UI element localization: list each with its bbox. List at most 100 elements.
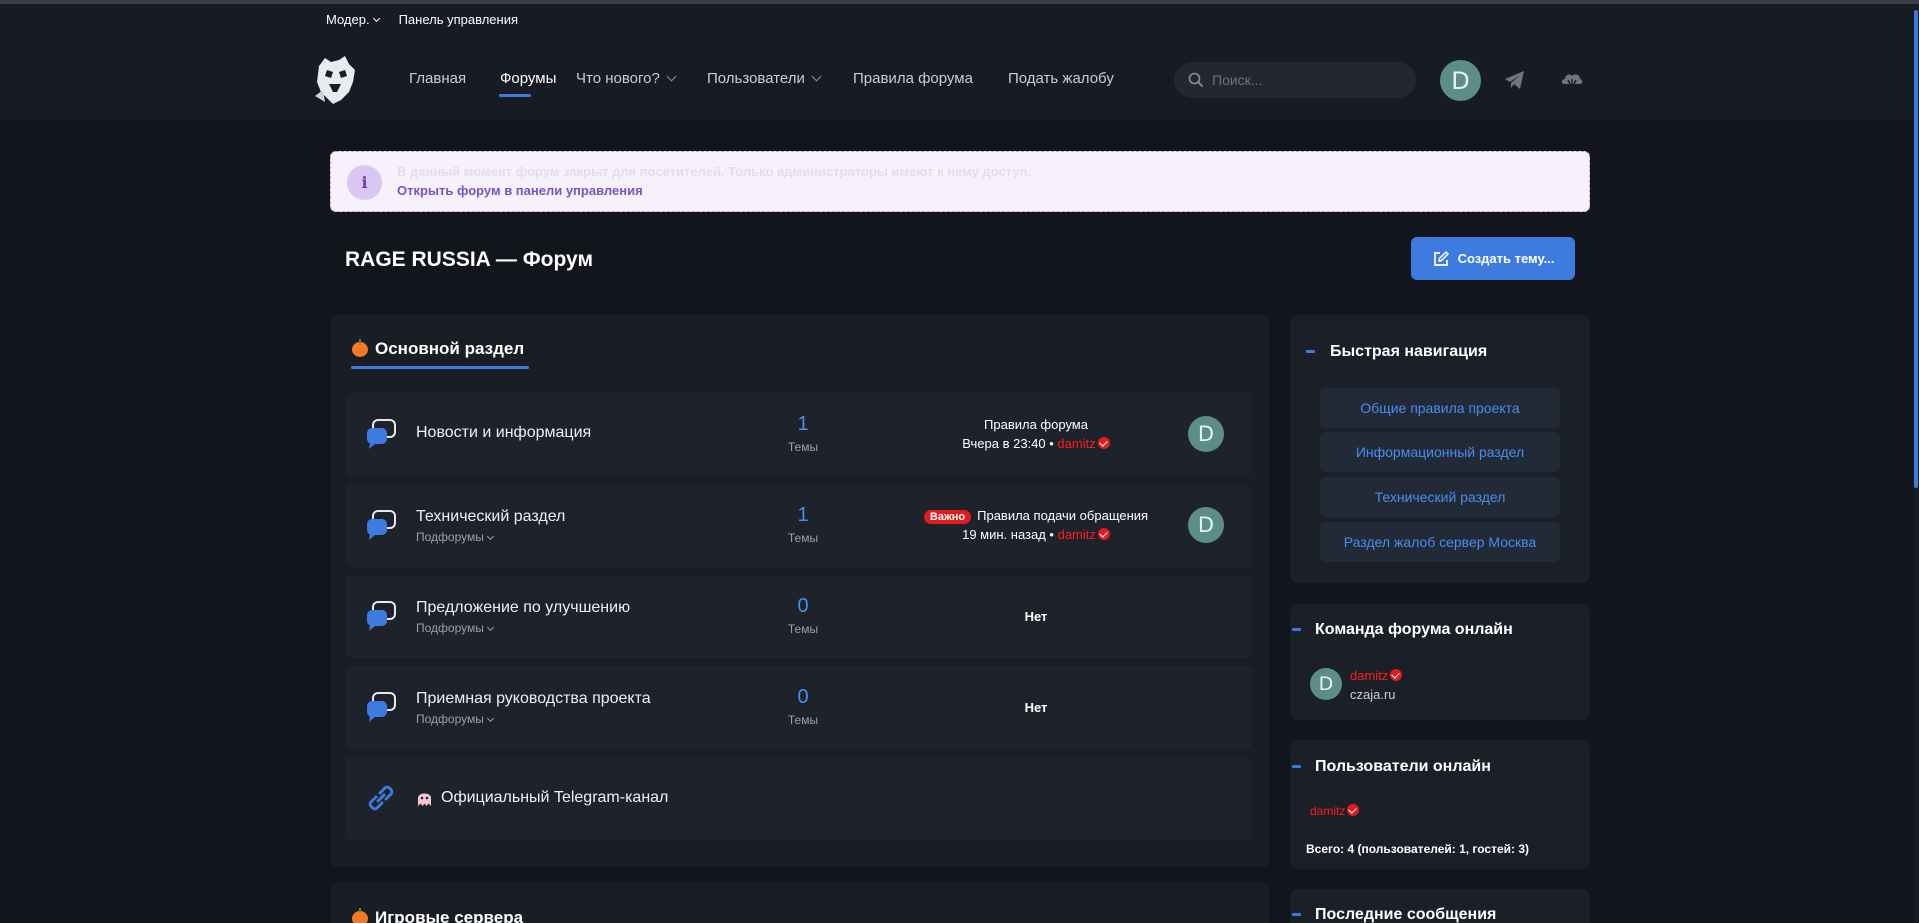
link-icon	[368, 785, 394, 811]
moderation-menu[interactable]: Модер.	[326, 12, 380, 27]
avatar[interactable]: D	[1188, 416, 1224, 452]
quick-link-complaints-moscow[interactable]: Раздел жалоб сервер Москва	[1320, 522, 1560, 562]
verified-icon	[1097, 528, 1110, 540]
search-icon	[1188, 72, 1204, 88]
subforums-toggle[interactable]: Подфорумы	[416, 621, 494, 635]
scrollbar-thumb[interactable]	[1914, 10, 1918, 488]
pumpkin-icon	[352, 338, 368, 357]
last-post-title-line: Важно Правила подачи обращения	[886, 508, 1186, 524]
user-avatar[interactable]: D	[1440, 60, 1481, 101]
search-box[interactable]	[1174, 62, 1416, 98]
site-header	[0, 4, 1919, 120]
open-forum-link[interactable]: Открыть форум в панели управления	[397, 183, 643, 198]
verified-icon	[1097, 437, 1110, 449]
create-thread-label: Создать тему...	[1457, 251, 1555, 266]
subforums-toggle[interactable]: Подфорумы	[416, 530, 494, 544]
subforums-label: Подфорумы	[416, 530, 484, 544]
quick-nav-panel: Быстрая навигация Общие правила проекта …	[1290, 315, 1590, 583]
search-input[interactable]	[1212, 72, 1392, 88]
last-post-meta: Вчера в 23:40 • damitz	[886, 436, 1186, 451]
staff-site: czaja.ru	[1350, 687, 1396, 702]
staff-user[interactable]: damitz	[1350, 668, 1403, 683]
quick-link-general-rules[interactable]: Общие правила проекта	[1320, 388, 1560, 428]
edit-icon	[1433, 250, 1449, 266]
forum-link-row[interactable]: Официальный Telegram-канал	[346, 757, 1252, 840]
staff-online-title: Команда форума онлайн	[1315, 621, 1513, 638]
avatar[interactable]: D	[1188, 507, 1224, 543]
telegram-icon[interactable]	[1503, 68, 1527, 92]
nav-forums[interactable]: Форумы	[500, 70, 556, 87]
quick-link-info-section[interactable]: Информационный раздел	[1320, 432, 1560, 472]
forum-title: Официальный Telegram-канал	[441, 789, 669, 806]
online-user[interactable]: damitz	[1310, 804, 1360, 818]
game-servers-panel: Игровые сервера	[330, 882, 1270, 923]
pumpkin-icon	[352, 907, 368, 923]
forum-row[interactable]: Новости и информация 1 Темы Правила фору…	[346, 393, 1252, 476]
thread-count: 1	[797, 504, 809, 526]
page-title: RAGE RUSSIA — Форум	[345, 248, 593, 271]
last-post-meta: 19 мин. назад • damitz	[886, 527, 1186, 542]
title-accent	[1306, 350, 1315, 353]
thread-count: 0	[797, 686, 809, 708]
thread-count-label: Темы	[787, 531, 819, 545]
thread-count-label: Темы	[787, 713, 819, 727]
telegram-channel-link[interactable]: Официальный Telegram-канал	[416, 789, 668, 807]
forum-chat-icon	[367, 601, 396, 631]
thread-count-label: Темы	[787, 622, 819, 636]
nav-users-label: Пользователи	[707, 70, 805, 87]
admin-panel-link[interactable]: Панель управления	[399, 12, 518, 27]
forum-title[interactable]: Предложение по улучшению	[416, 599, 630, 617]
subforums-toggle[interactable]: Подфорумы	[416, 712, 494, 726]
nav-forum-rules[interactable]: Правила форума	[853, 70, 973, 87]
cloud-icon[interactable]	[1560, 68, 1584, 92]
online-total: Всего: 4 (пользователей: 1, гостей: 3)	[1306, 842, 1530, 856]
title-accent	[1292, 628, 1301, 631]
chevron-down-icon	[372, 14, 380, 23]
bear-logo-icon[interactable]	[311, 52, 359, 106]
last-post-user[interactable]: damitz	[1057, 436, 1095, 451]
chevron-down-icon	[486, 714, 494, 723]
last-post-user[interactable]: damitz	[1058, 527, 1096, 542]
forum-chat-icon	[367, 419, 396, 449]
staff-username: damitz	[1350, 668, 1389, 683]
section-tab-indicator	[351, 366, 529, 369]
section-tab-main[interactable]: Основной раздел	[352, 338, 525, 359]
last-post-time: 19 мин. назад	[962, 527, 1046, 542]
online-username: damitz	[1310, 804, 1346, 818]
chevron-down-icon	[811, 71, 822, 82]
forum-closed-notice: i В данный момент форум закрыт для посет…	[330, 151, 1590, 212]
users-online-panel: Пользователи онлайн damitz Всего: 4 (пол…	[1290, 740, 1590, 869]
ghost-icon	[418, 793, 431, 806]
section-title: Игровые сервера	[375, 908, 524, 923]
forum-title[interactable]: Технический раздел	[416, 508, 565, 526]
section-title: Основной раздел	[375, 339, 525, 358]
no-last-post: Нет	[1024, 609, 1048, 624]
nav-submit-complaint[interactable]: Подать жалобу	[1008, 70, 1114, 87]
chevron-down-icon	[486, 623, 494, 632]
last-post-time: Вчера в 23:40	[962, 436, 1046, 451]
title-accent	[1292, 765, 1301, 768]
forum-row[interactable]: Предложение по улучшению Подфорумы 0 Тем…	[346, 575, 1252, 658]
thread-count-label: Темы	[787, 440, 819, 454]
forum-row[interactable]: Технический раздел Подфорумы 1 Темы Важн…	[346, 484, 1252, 567]
forum-row[interactable]: Приемная руководства проекта Подфорумы 0…	[346, 666, 1252, 749]
utility-bar: Модер. Панель управления	[326, 12, 518, 27]
nav-whats-new[interactable]: Что нового?	[576, 70, 677, 87]
avatar[interactable]: D	[1310, 668, 1342, 700]
forum-title[interactable]: Приемная руководства проекта	[416, 690, 651, 708]
last-post-title[interactable]: Правила форума	[886, 417, 1186, 432]
chevron-down-icon	[666, 71, 677, 82]
forum-title[interactable]: Новости и информация	[416, 424, 591, 442]
moderation-label: Модер.	[326, 12, 370, 27]
important-badge: Важно	[923, 510, 972, 524]
last-post-title[interactable]: Правила подачи обращения	[977, 508, 1148, 523]
section-tab-servers[interactable]: Игровые сервера	[352, 907, 524, 923]
create-thread-button[interactable]: Создать тему...	[1411, 237, 1575, 280]
nav-users[interactable]: Пользователи	[707, 70, 822, 87]
verified-icon	[1347, 804, 1360, 816]
latest-posts-panel: Последние сообщения	[1290, 889, 1590, 923]
nav-home[interactable]: Главная	[409, 70, 466, 87]
forum-chat-icon	[367, 692, 396, 722]
main-section-panel: Основной раздел Новости и информация 1 Т…	[330, 315, 1270, 867]
quick-link-tech-section[interactable]: Технический раздел	[1320, 477, 1560, 517]
